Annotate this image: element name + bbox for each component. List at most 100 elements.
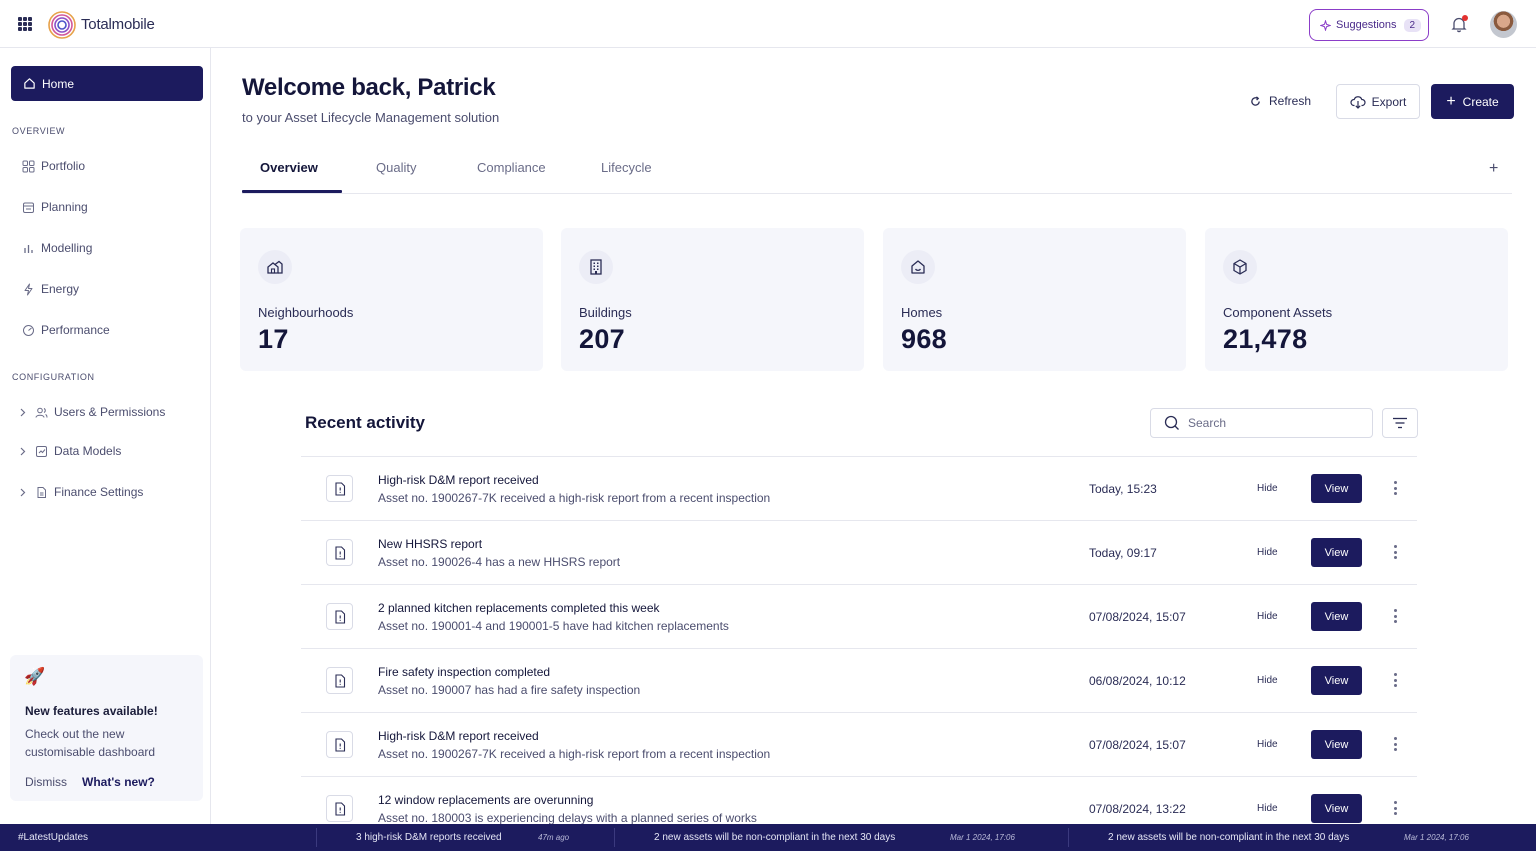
activity-description: Asset no. 1900267-7K received a high-ris… bbox=[378, 747, 771, 761]
view-button[interactable]: View bbox=[1311, 794, 1362, 823]
whats-new-link[interactable]: What's new? bbox=[82, 775, 155, 789]
suggestions-button[interactable]: Suggestions 2 bbox=[1309, 9, 1429, 41]
more-options-icon[interactable] bbox=[1391, 607, 1399, 625]
activity-timestamp: Today, 15:23 bbox=[1089, 482, 1157, 496]
ticker-divider bbox=[316, 828, 317, 847]
view-button[interactable]: View bbox=[1311, 666, 1362, 695]
neighbourhood-icon bbox=[258, 250, 292, 284]
stat-value: 968 bbox=[901, 324, 947, 354]
calendar-icon bbox=[23, 202, 34, 213]
page-subtitle: to your Asset Lifecycle Management solut… bbox=[242, 110, 500, 125]
configuration-heading: CONFIGURATION bbox=[12, 372, 95, 382]
sidebar-item-label: Energy bbox=[41, 282, 80, 296]
hide-button[interactable]: Hide bbox=[1257, 675, 1278, 686]
add-tab-button[interactable]: + bbox=[1489, 160, 1498, 178]
more-options-icon[interactable] bbox=[1391, 479, 1399, 497]
sidebar-item-label: Home bbox=[42, 76, 75, 91]
recent-activity-title: Recent activity bbox=[305, 413, 425, 432]
create-label: Create bbox=[1462, 94, 1499, 109]
promo-title: New features available! bbox=[25, 704, 158, 718]
stat-card-buildings[interactable]: Buildings 207 bbox=[561, 228, 864, 371]
ticker-time: Mar 1 2024, 17:06 bbox=[1404, 833, 1469, 842]
stat-label: Homes bbox=[901, 305, 943, 320]
view-button[interactable]: View bbox=[1311, 474, 1362, 503]
sidebar-item-modelling[interactable]: Modelling bbox=[22, 241, 92, 255]
more-options-icon[interactable] bbox=[1391, 543, 1399, 561]
search-placeholder: Search bbox=[1188, 416, 1227, 430]
home-icon bbox=[24, 78, 35, 89]
hide-button[interactable]: Hide bbox=[1257, 611, 1278, 622]
stat-label: Neighbourhoods bbox=[258, 305, 354, 320]
more-options-icon[interactable] bbox=[1391, 799, 1399, 817]
view-button[interactable]: View bbox=[1311, 730, 1362, 759]
hide-button[interactable]: Hide bbox=[1257, 739, 1278, 750]
ticker-message[interactable]: 2 new assets will be non-compliant in th… bbox=[654, 832, 895, 843]
ticker-message[interactable]: 3 high-risk D&M reports received bbox=[356, 832, 502, 843]
sidebar-item-label: Data Models bbox=[54, 444, 122, 458]
notification-dot bbox=[1462, 15, 1468, 21]
sidebar-item-energy[interactable]: Energy bbox=[22, 282, 79, 296]
activity-description: Asset no. 190007 has had a fire safety i… bbox=[378, 683, 641, 697]
tab-quality[interactable]: Quality bbox=[376, 160, 416, 175]
new-features-card: 🚀 New features available! Check out the … bbox=[10, 655, 203, 801]
more-options-icon[interactable] bbox=[1391, 671, 1399, 689]
data-model-icon bbox=[36, 445, 47, 457]
refresh-button[interactable]: Refresh bbox=[1242, 86, 1319, 116]
stat-card-neighbourhoods[interactable]: Neighbourhoods 17 bbox=[240, 228, 543, 371]
activity-title: New HHSRS report bbox=[378, 537, 483, 551]
app-launcher-icon[interactable] bbox=[18, 17, 32, 31]
plus-icon: + bbox=[1446, 92, 1456, 110]
cloud-download-icon bbox=[1350, 95, 1366, 109]
activity-description: Asset no. 180003 is experiencing delays … bbox=[378, 811, 757, 825]
ticker-time: 47m ago bbox=[538, 833, 570, 842]
activity-description: Asset no. 190026-4 has a new HHSRS repor… bbox=[378, 555, 621, 569]
refresh-icon bbox=[1251, 95, 1260, 106]
ticker-tag[interactable]: #LatestUpdates bbox=[18, 832, 88, 843]
more-options-icon[interactable] bbox=[1391, 735, 1399, 753]
activity-row: Fire safety inspection completed Asset n… bbox=[301, 649, 1417, 713]
activity-row: High-risk D&M report received Asset no. … bbox=[301, 713, 1417, 777]
sidebar-item-label: Finance Settings bbox=[54, 485, 144, 499]
activity-title: Fire safety inspection completed bbox=[378, 665, 551, 679]
tab-bar: Overview Quality Compliance Lifecycle + bbox=[242, 150, 1512, 194]
sidebar-item-finance-settings[interactable]: Finance Settings bbox=[20, 485, 143, 499]
activity-timestamp: 06/08/2024, 10:12 bbox=[1089, 674, 1186, 688]
tab-overview[interactable]: Overview bbox=[260, 160, 318, 175]
ticker-message[interactable]: 2 new assets will be non-compliant in th… bbox=[1108, 832, 1349, 843]
tab-lifecycle[interactable]: Lifecycle bbox=[601, 160, 652, 175]
sidebar-item-planning[interactable]: Planning bbox=[22, 200, 88, 214]
building-icon bbox=[579, 250, 613, 284]
sidebar-item-performance[interactable]: Performance bbox=[22, 323, 110, 337]
suggestions-label: Suggestions bbox=[1336, 19, 1397, 31]
stat-card-homes[interactable]: Homes 968 bbox=[883, 228, 1186, 371]
hide-button[interactable]: Hide bbox=[1257, 483, 1278, 494]
file-alert-icon bbox=[326, 731, 353, 758]
file-alert-icon bbox=[326, 603, 353, 630]
view-button[interactable]: View bbox=[1311, 602, 1362, 631]
lightning-icon bbox=[24, 283, 33, 295]
page-title: Welcome back, Patrick bbox=[242, 74, 496, 101]
create-button[interactable]: + Create bbox=[1431, 84, 1514, 119]
sidebar-item-users-permissions[interactable]: Users & Permissions bbox=[20, 405, 165, 419]
sidebar-item-portfolio[interactable]: Portfolio bbox=[22, 159, 85, 173]
hide-button[interactable]: Hide bbox=[1257, 803, 1278, 814]
filter-button[interactable] bbox=[1382, 408, 1418, 438]
tab-compliance[interactable]: Compliance bbox=[477, 160, 546, 175]
view-button[interactable]: View bbox=[1311, 538, 1362, 567]
refresh-label: Refresh bbox=[1269, 94, 1312, 108]
stat-card-component-assets[interactable]: Component Assets 21,478 bbox=[1205, 228, 1508, 371]
hide-button[interactable]: Hide bbox=[1257, 547, 1278, 558]
grid-icon bbox=[22, 160, 35, 172]
sidebar-item-label: Modelling bbox=[41, 241, 93, 255]
sidebar-item-label: Planning bbox=[41, 200, 88, 214]
sidebar-item-home[interactable]: Home bbox=[11, 66, 203, 101]
dismiss-button[interactable]: Dismiss bbox=[25, 775, 67, 789]
user-avatar[interactable] bbox=[1490, 11, 1517, 38]
search-input[interactable]: Search bbox=[1150, 408, 1373, 438]
sidebar-item-data-models[interactable]: Data Models bbox=[20, 444, 121, 458]
export-button[interactable]: Export bbox=[1336, 84, 1420, 119]
export-label: Export bbox=[1371, 94, 1407, 109]
sidebar-item-label: Performance bbox=[41, 323, 110, 337]
activity-timestamp: 07/08/2024, 13:22 bbox=[1089, 802, 1186, 816]
activity-row: 2 planned kitchen replacements completed… bbox=[301, 585, 1417, 649]
